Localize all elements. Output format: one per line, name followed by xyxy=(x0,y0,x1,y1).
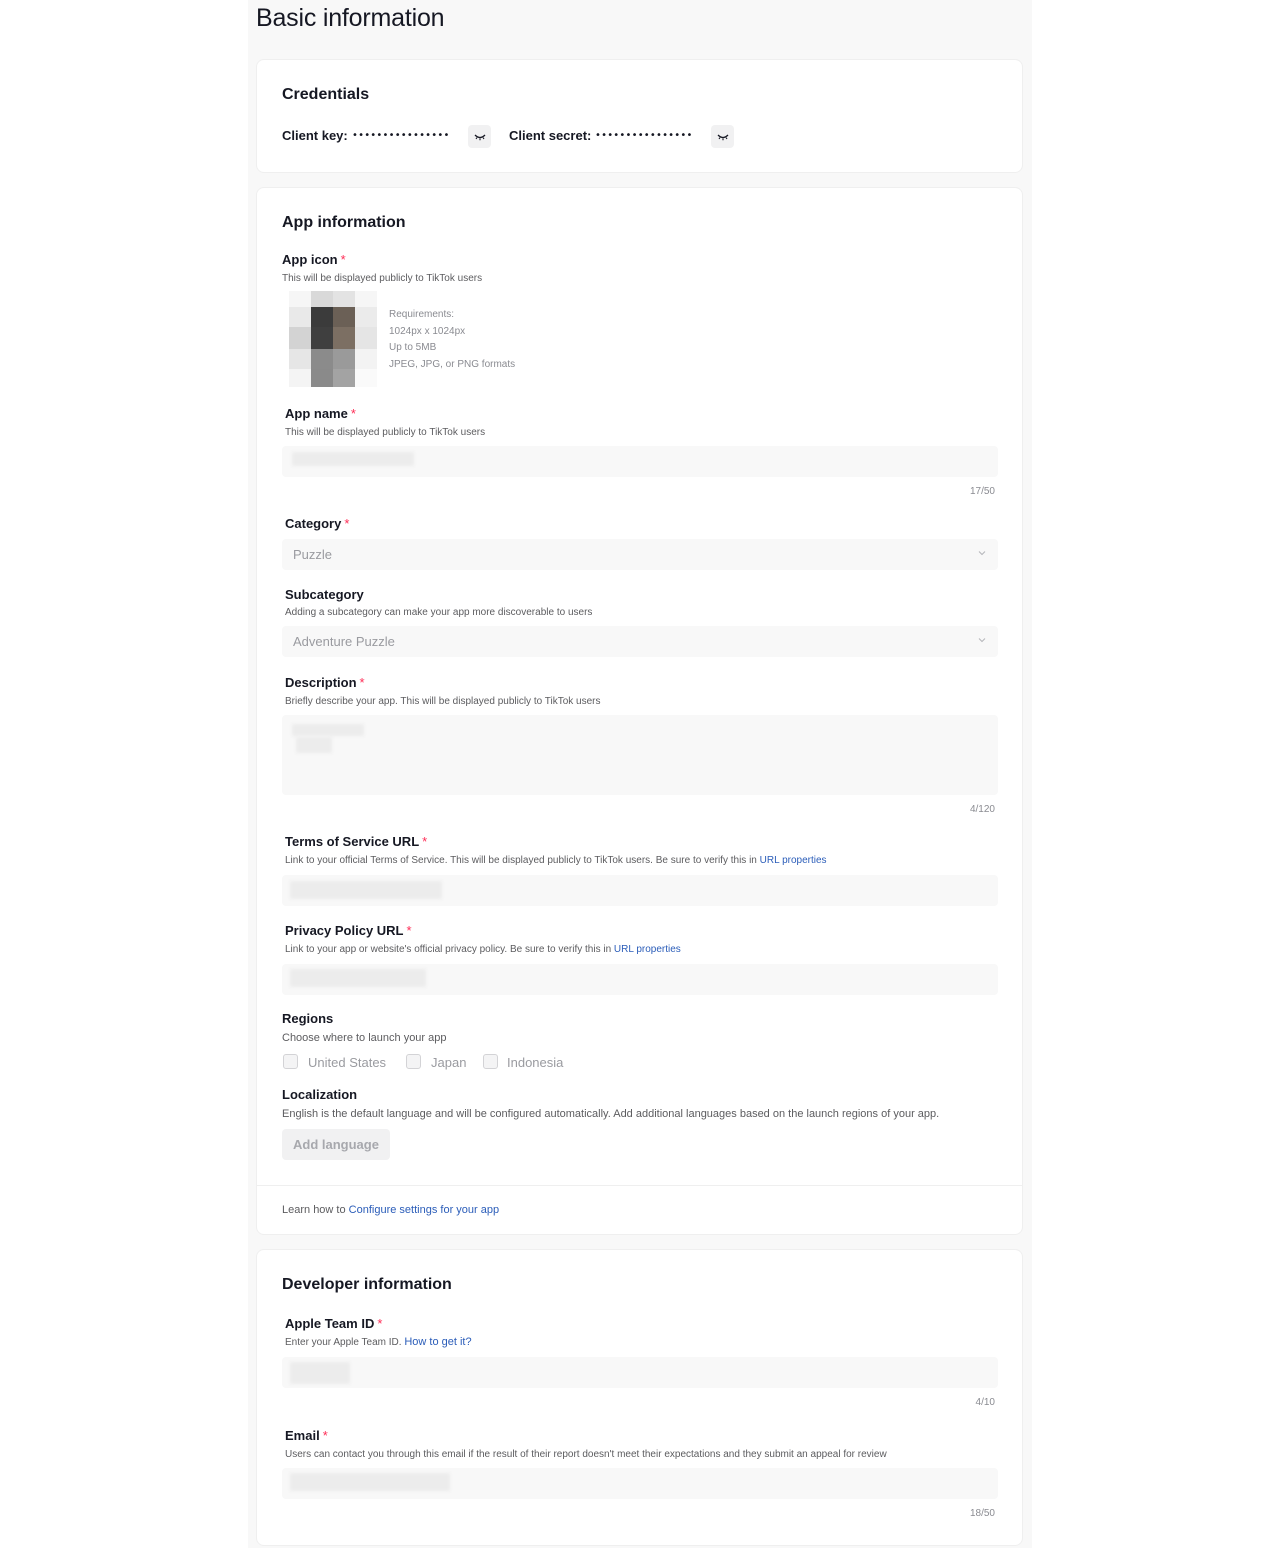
credentials-title: Credentials xyxy=(282,86,370,103)
regions-label: Regions xyxy=(282,1011,334,1026)
credentials-card: Credentials Client key: ••••••••••••••••… xyxy=(256,59,1023,173)
app-name-label: App name * xyxy=(285,406,356,421)
privacy-url-properties-link[interactable]: URL properties xyxy=(614,944,681,955)
client-key-reveal-button[interactable] xyxy=(468,125,491,148)
apple-team-id-input[interactable] xyxy=(282,1357,998,1388)
client-key-value: •••••••••••••••• xyxy=(352,130,450,141)
description-counter: 4/120 xyxy=(969,804,995,815)
apple-team-id-counter: 4/10 xyxy=(975,1397,995,1408)
region-checkbox-indonesia[interactable] xyxy=(483,1054,498,1069)
configure-settings-footer: Learn how to Configure settings for your… xyxy=(282,1204,500,1216)
apple-team-id-hint: Enter your Apple Team ID. How to get it? xyxy=(285,1336,472,1348)
regions-hint: Choose where to launch your app xyxy=(282,1032,447,1044)
client-secret-label: Client secret: xyxy=(509,128,592,143)
subcategory-value: Adventure Puzzle xyxy=(293,634,395,649)
app-icon-image xyxy=(289,291,377,387)
page: Basic information Credentials Client key… xyxy=(248,0,1032,1548)
app-name-input[interactable] xyxy=(282,446,998,477)
closed-eye-icon xyxy=(717,134,728,140)
category-select[interactable]: Puzzle xyxy=(282,539,998,570)
chevron-down-icon xyxy=(978,638,986,643)
client-secret-reveal-button[interactable] xyxy=(711,125,734,148)
tos-url-properties-link[interactable]: URL properties xyxy=(760,855,827,866)
description-textarea[interactable] xyxy=(282,715,998,795)
privacy-hint: Link to your app or website's official p… xyxy=(285,944,681,955)
region-label-indonesia: Indonesia xyxy=(507,1055,564,1070)
app-icon-hint: This will be displayed publicly to TikTo… xyxy=(282,273,483,284)
localization-label: Localization xyxy=(282,1087,358,1102)
app-name-counter: 17/50 xyxy=(969,486,995,497)
region-checkbox-united-states[interactable] xyxy=(283,1054,298,1069)
developer-information-title: Developer information xyxy=(282,1276,452,1293)
email-counter: 18/50 xyxy=(969,1508,995,1519)
privacy-url-input[interactable] xyxy=(282,964,998,995)
privacy-label: Privacy Policy URL * xyxy=(285,923,412,938)
subcategory-select[interactable]: Adventure Puzzle xyxy=(282,626,998,657)
app-icon-requirements: Requirements: 1024px x 1024px Up to 5MB … xyxy=(389,309,516,370)
app-icon-label: App icon * xyxy=(282,252,346,267)
chevron-down-icon xyxy=(978,551,986,556)
developer-information-card: Developer information Apple Team ID * Ent… xyxy=(256,1249,1023,1546)
region-checkbox-japan[interactable] xyxy=(406,1054,421,1069)
description-hint: Briefly describe your app. This will be … xyxy=(285,696,601,707)
app-information-title: App information xyxy=(282,214,406,231)
client-key-label: Client key: xyxy=(282,128,348,143)
category-value: Puzzle xyxy=(293,547,333,562)
page-title: Basic information xyxy=(256,4,445,32)
how-to-get-team-id-link[interactable]: How to get it? xyxy=(404,1336,471,1348)
email-hint: Users can contact you through this email… xyxy=(285,1449,887,1460)
region-label-japan: Japan xyxy=(431,1055,467,1070)
add-language-button[interactable]: Add language xyxy=(282,1129,390,1160)
configure-settings-link[interactable]: Configure settings for your app xyxy=(349,1204,499,1216)
section-divider xyxy=(257,1185,1022,1186)
app-name-hint: This will be displayed publicly to TikTo… xyxy=(285,427,486,438)
tos-url-input[interactable] xyxy=(282,875,998,906)
category-label: Category * xyxy=(285,516,350,531)
region-label-united-states: United States xyxy=(308,1055,387,1070)
description-label: Description * xyxy=(285,675,365,690)
localization-hint: English is the default language and will… xyxy=(282,1108,940,1120)
app-information-card: App information App icon * This will be d… xyxy=(256,187,1023,1235)
app-icon-upload[interactable] xyxy=(289,291,377,387)
closed-eye-icon xyxy=(474,134,485,140)
tos-label: Terms of Service URL * xyxy=(285,834,428,849)
email-input[interactable] xyxy=(282,1468,998,1499)
subcategory-hint: Adding a subcategory can make your app m… xyxy=(285,607,593,618)
tos-hint: Link to your official Terms of Service. … xyxy=(285,855,827,866)
client-secret-value: •••••••••••••••• xyxy=(595,130,693,141)
apple-team-id-label: Apple Team ID * xyxy=(285,1316,383,1331)
email-label: Email * xyxy=(285,1428,328,1443)
subcategory-label: Subcategory xyxy=(285,587,364,602)
